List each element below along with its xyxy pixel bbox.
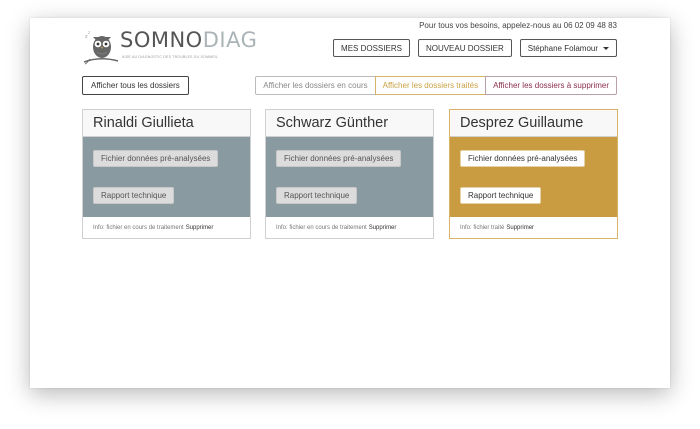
patient-name: Schwarz Günther xyxy=(266,110,433,137)
svg-text:z: z xyxy=(88,30,90,35)
pre-analysed-data-button[interactable]: Fichier données pré-analysées xyxy=(93,150,219,167)
card-body: Fichier données pré-analysées Rapport te… xyxy=(83,137,250,217)
technical-report-button[interactable]: Rapport technique xyxy=(276,187,358,204)
delete-link[interactable]: Supprimer xyxy=(369,225,397,231)
patient-card: Desprez Guillaume Fichier données pré-an… xyxy=(449,109,618,239)
filter-group: Afficher les dossiers en cours Afficher … xyxy=(255,76,617,95)
user-name: Stéphane Folamour xyxy=(527,43,598,53)
owl-icon: z z xyxy=(83,30,119,65)
patient-card: Rinaldi Giullieta Fichier données pré-an… xyxy=(82,109,251,239)
card-body: Fichier données pré-analysées Rapport te… xyxy=(266,137,433,217)
filter-in-progress-button[interactable]: Afficher les dossiers en cours xyxy=(255,76,376,95)
technical-report-button[interactable]: Rapport technique xyxy=(460,187,542,204)
caret-down-icon xyxy=(603,46,609,50)
pre-analysed-data-button[interactable]: Fichier données pré-analysées xyxy=(276,150,402,167)
status-info: Info: fichier en cours de traitement xyxy=(93,225,184,231)
status-info: Info: fichier en cours de traitement xyxy=(276,225,367,231)
card-body: Fichier données pré-analysées Rapport te… xyxy=(450,137,617,217)
logo-tagline: AIDE AU DIAGNOSTIC DES TROUBLES DU SOMME… xyxy=(122,55,219,59)
patient-name: Desprez Guillaume xyxy=(450,110,617,137)
delete-link[interactable]: Supprimer xyxy=(506,225,534,231)
pre-analysed-data-button[interactable]: Fichier données pré-analysées xyxy=(460,150,586,167)
delete-link[interactable]: Supprimer xyxy=(186,225,214,231)
show-all-files-button[interactable]: Afficher tous les dossiers xyxy=(82,76,189,95)
logo-text: SOMNODIAG xyxy=(120,28,258,52)
card-footer: Info: fichier en cours de traitement Sup… xyxy=(266,217,433,239)
card-footer: Info: fichier en cours de traitement Sup… xyxy=(83,217,250,239)
my-files-button[interactable]: MES DOSSIERS xyxy=(333,39,410,57)
technical-report-button[interactable]: Rapport technique xyxy=(93,187,175,204)
status-info: Info: fichier traité xyxy=(460,225,505,231)
app-window: Pour tous vos besoins, appelez-nous au 0… xyxy=(30,18,670,388)
patient-name: Rinaldi Giullieta xyxy=(83,110,250,137)
filter-to-delete-button[interactable]: Afficher les dossiers à supprimer xyxy=(485,76,617,95)
card-footer: Info: fichier traité Supprimer xyxy=(450,217,617,239)
user-menu-button[interactable]: Stéphane Folamour xyxy=(519,39,617,57)
filter-treated-button[interactable]: Afficher les dossiers traités xyxy=(374,76,487,95)
patient-card: Schwarz Günther Fichier données pré-anal… xyxy=(265,109,434,239)
phone-info: Pour tous vos besoins, appelez-nous au 0… xyxy=(419,21,617,30)
new-file-button[interactable]: NOUVEAU DOSSIER xyxy=(417,39,512,57)
top-nav: MES DOSSIERS NOUVEAU DOSSIER Stéphane Fo… xyxy=(333,39,617,57)
logo[interactable]: z z SOMNODIAG AIDE AU DIAGNOSTIC DES TRO… xyxy=(82,27,257,67)
